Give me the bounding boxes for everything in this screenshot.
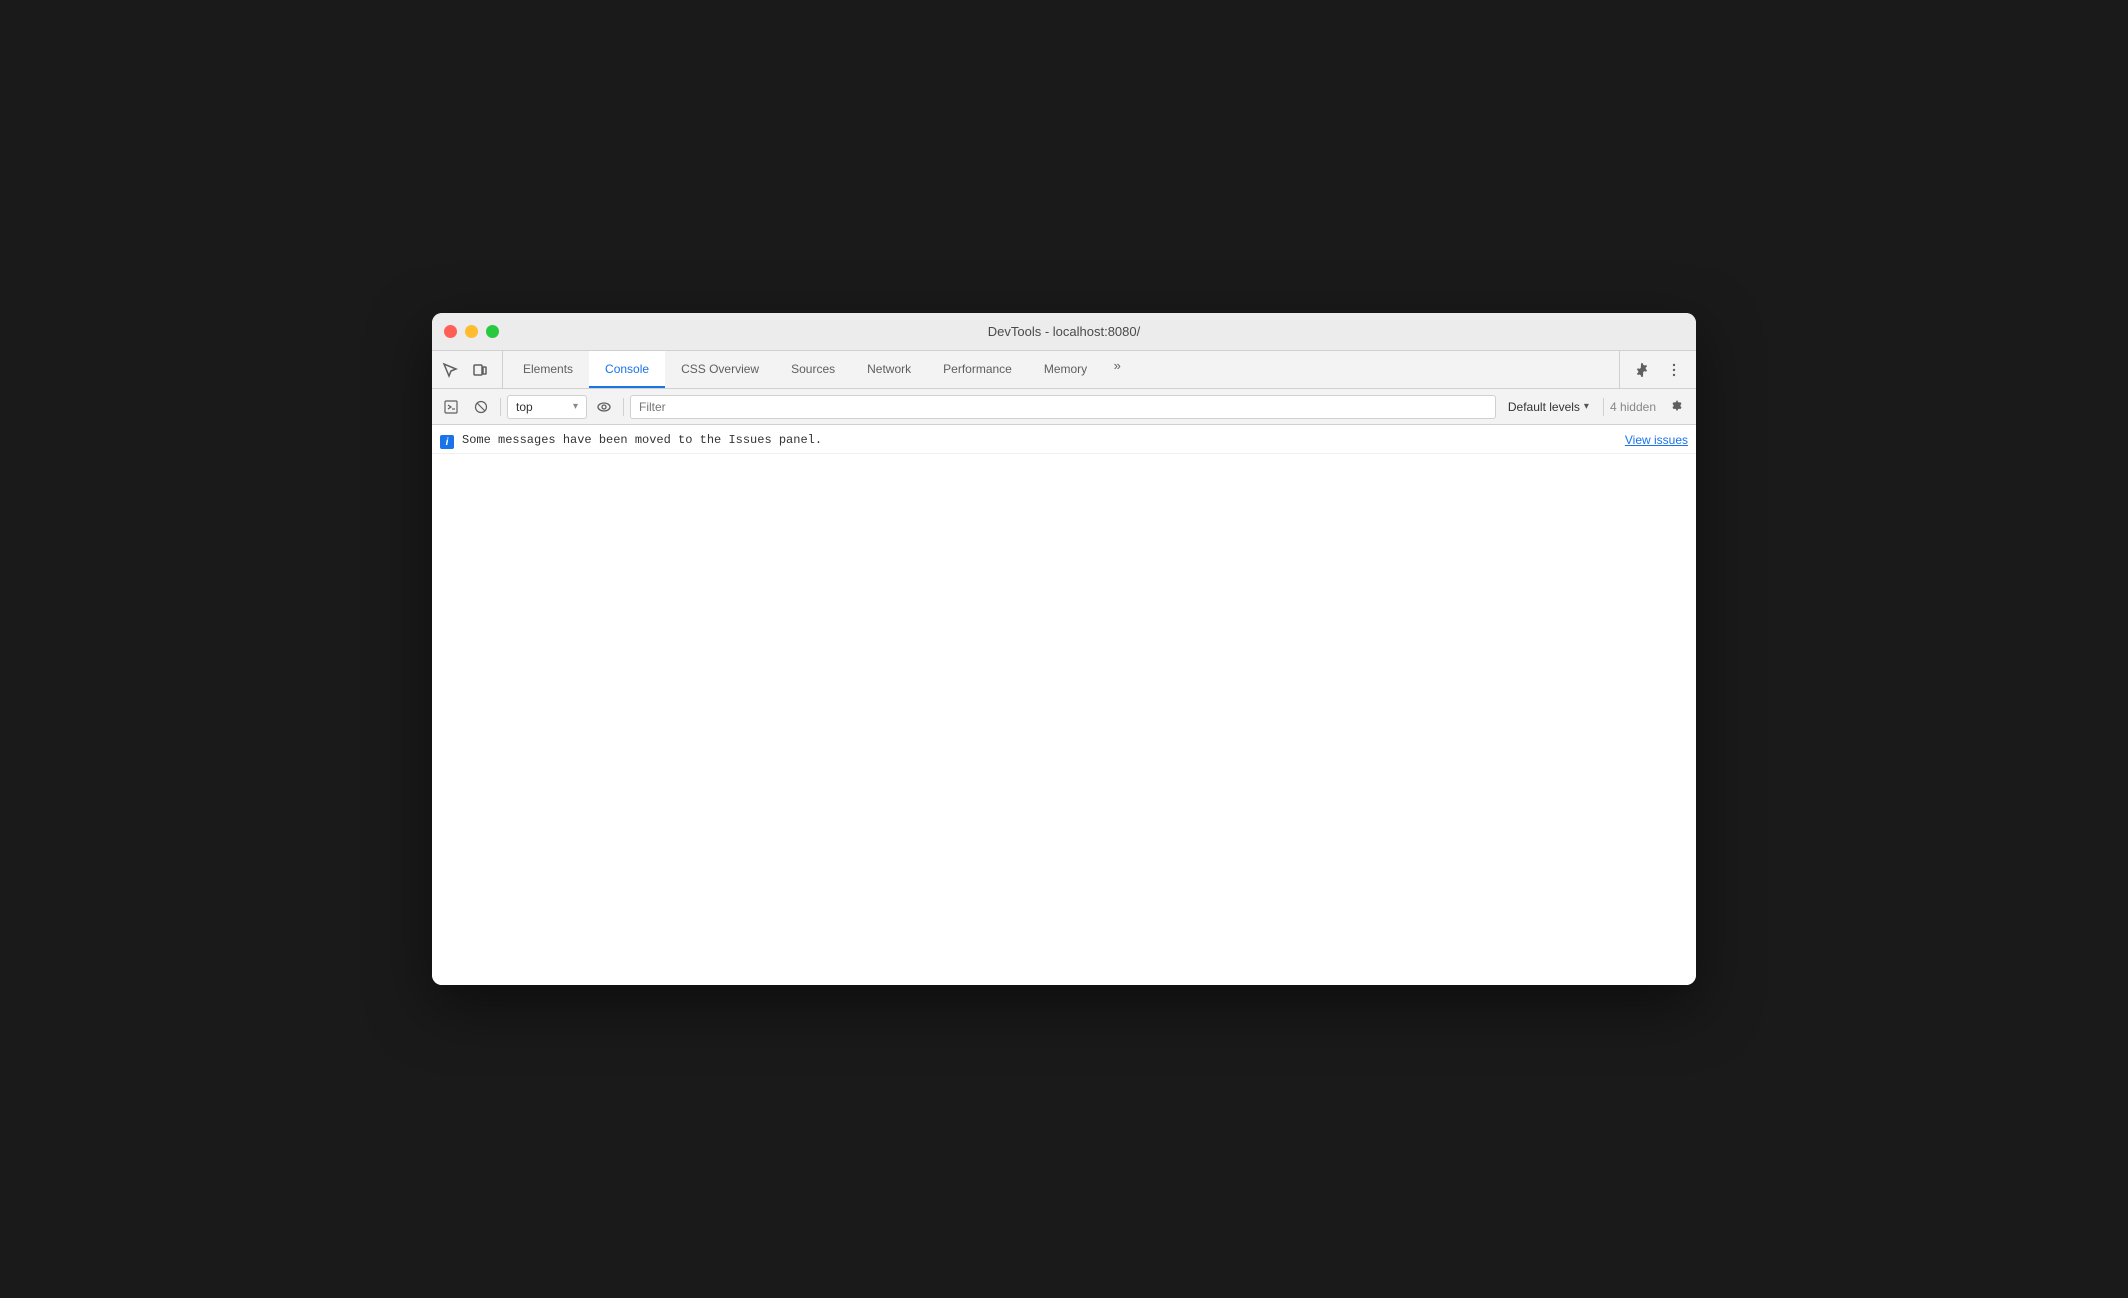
console-content: Some messages have been moved to the Iss… — [432, 425, 1696, 985]
info-icon — [440, 435, 454, 449]
console-settings-button[interactable] — [1664, 394, 1690, 420]
hidden-count-label: 4 hidden — [1610, 400, 1660, 414]
devtools-window: DevTools - localhost:8080/ Elements Cons — [432, 313, 1696, 985]
traffic-lights — [444, 325, 499, 338]
tab-css-overview[interactable]: CSS Overview — [665, 351, 775, 388]
execute-script-button[interactable] — [438, 394, 464, 420]
console-message: Some messages have been moved to the Iss… — [432, 429, 1696, 454]
maximize-button[interactable] — [486, 325, 499, 338]
tab-bar-left-tools — [436, 351, 503, 388]
devtools-more-button[interactable] — [1660, 356, 1688, 384]
tabs-container: Elements Console CSS Overview Sources Ne… — [507, 351, 1619, 388]
toolbar-divider-3 — [1603, 398, 1604, 416]
tab-bar-right — [1619, 351, 1696, 388]
tab-elements[interactable]: Elements — [507, 351, 589, 388]
view-issues-link[interactable]: View issues — [1625, 433, 1688, 447]
tab-memory[interactable]: Memory — [1028, 351, 1103, 388]
toolbar-divider-1 — [500, 398, 501, 416]
devtools-settings-button[interactable] — [1628, 356, 1656, 384]
window-title: DevTools - localhost:8080/ — [988, 324, 1140, 339]
toolbar-divider-2 — [623, 398, 624, 416]
title-bar: DevTools - localhost:8080/ — [432, 313, 1696, 351]
chevron-down-icon: ▾ — [573, 401, 578, 412]
inspect-element-button[interactable] — [436, 356, 464, 384]
minimize-button[interactable] — [465, 325, 478, 338]
device-toolbar-button[interactable] — [466, 356, 494, 384]
log-levels-selector[interactable]: Default levels ▾ — [1500, 395, 1597, 419]
tab-console[interactable]: Console — [589, 351, 665, 388]
live-expressions-button[interactable] — [591, 394, 617, 420]
message-text: Some messages have been moved to the Iss… — [462, 433, 1617, 447]
filter-input[interactable] — [630, 395, 1496, 419]
console-toolbar: top ▾ Default levels ▾ 4 hidden — [432, 389, 1696, 425]
chevron-down-icon: ▾ — [1584, 401, 1589, 412]
tab-performance[interactable]: Performance — [927, 351, 1028, 388]
clear-console-button[interactable] — [468, 394, 494, 420]
close-button[interactable] — [444, 325, 457, 338]
tab-sources[interactable]: Sources — [775, 351, 851, 388]
more-tabs-button[interactable]: » — [1103, 351, 1131, 379]
tab-network[interactable]: Network — [851, 351, 927, 388]
context-selector[interactable]: top ▾ — [507, 395, 587, 419]
tab-bar: Elements Console CSS Overview Sources Ne… — [432, 351, 1696, 389]
